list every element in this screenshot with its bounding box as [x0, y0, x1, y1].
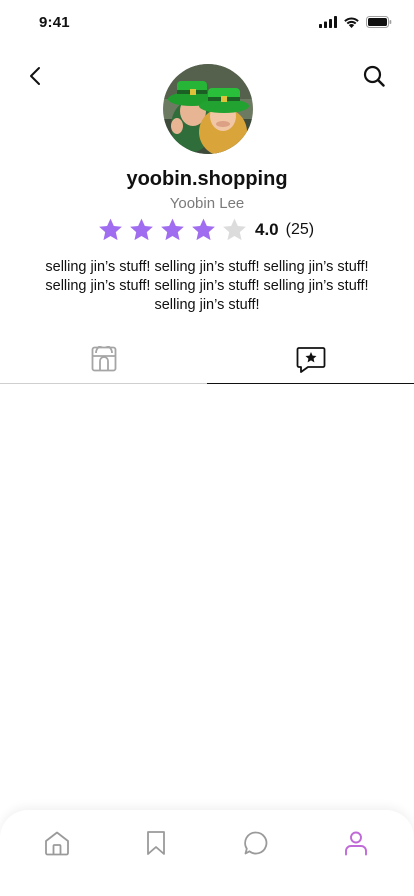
review-star-icon	[296, 347, 325, 373]
profile-bio: selling jin’s stuff! selling jin’s stuff…	[45, 259, 369, 313]
nav-profile[interactable]	[336, 826, 376, 860]
search-button[interactable]	[358, 60, 390, 92]
status-time: 9:41	[39, 14, 70, 31]
chat-icon	[244, 831, 268, 855]
nav-chat[interactable]	[236, 826, 276, 860]
rating-count: (25)	[285, 221, 315, 238]
bookmark-icon	[147, 831, 165, 855]
home-icon	[45, 831, 69, 856]
battery-icon	[366, 16, 392, 28]
avatar	[163, 64, 253, 154]
reviews-content	[0, 384, 414, 810]
tab-shop[interactable]	[0, 338, 207, 384]
nav-home[interactable]	[37, 826, 77, 860]
status-icons	[319, 16, 392, 28]
chevron-left-icon	[30, 67, 40, 85]
nav-saved[interactable]	[136, 826, 176, 860]
wifi-icon	[344, 17, 359, 28]
profile-icon	[345, 831, 367, 856]
star-filled-icon	[130, 218, 153, 241]
profile-username: yoobin.shopping	[126, 168, 288, 190]
tab-reviews[interactable]	[207, 338, 414, 384]
status-bar: 9:41	[0, 0, 414, 44]
cellular-signal-icon	[319, 16, 337, 28]
star-filled-icon	[192, 218, 215, 241]
profile-name: Yoobin Lee	[169, 195, 245, 212]
bottom-navigation	[0, 810, 414, 896]
seller-profile-screen: 9:41 yoobin.shopping Yoobin Lee 4.0 (25)…	[0, 0, 414, 896]
rating-row: 4.0 (25)	[97, 216, 314, 244]
profile-tabs	[0, 338, 414, 384]
star-filled-icon	[99, 218, 122, 241]
shop-icon	[91, 346, 116, 372]
avatar-photo	[163, 64, 253, 154]
rating-stars	[97, 217, 252, 243]
back-button[interactable]	[20, 60, 52, 92]
search-icon	[363, 65, 385, 87]
rating-value: 4.0	[255, 220, 279, 239]
star-empty-icon	[223, 218, 246, 241]
star-filled-icon	[161, 218, 184, 241]
